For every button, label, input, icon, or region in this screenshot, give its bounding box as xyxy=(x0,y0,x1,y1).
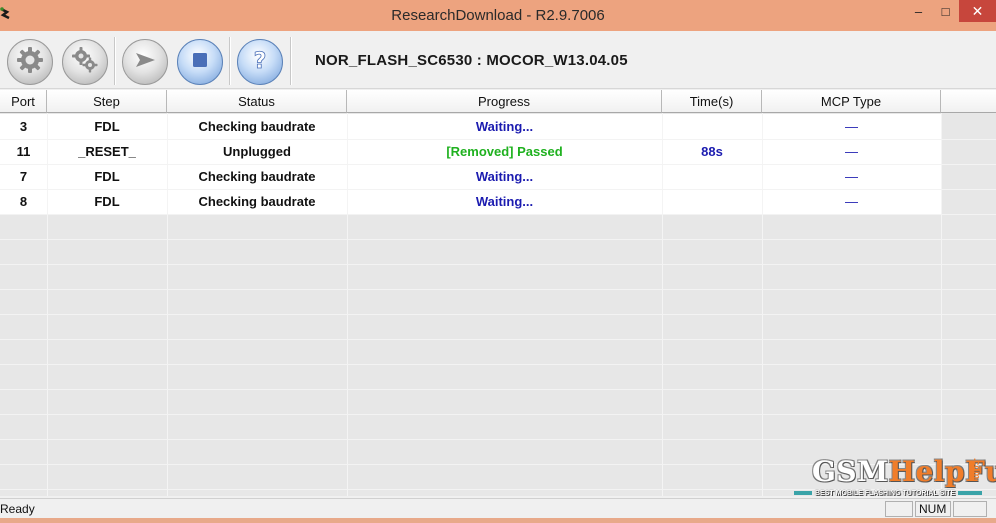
cell-progress: Waiting... xyxy=(475,169,534,184)
cell-time xyxy=(662,114,762,139)
help-button[interactable]: ? xyxy=(237,39,283,85)
cell-progress: [Removed] Passed xyxy=(446,144,563,159)
grid-line xyxy=(0,414,996,415)
cell-time xyxy=(662,164,762,189)
watermark-bar xyxy=(794,491,812,495)
cell-step: _RESET_ xyxy=(78,144,136,159)
watermark-bar xyxy=(958,491,983,495)
play-icon xyxy=(131,46,159,79)
column-header-status[interactable]: Status xyxy=(167,90,347,113)
maximize-button[interactable]: □ xyxy=(932,0,959,22)
toolbar: ? NOR_FLASH_SC6530 : MOCOR_W13.04.05 xyxy=(0,31,996,89)
gears-icon xyxy=(70,45,100,80)
cell-mcp-type: — xyxy=(845,144,858,159)
cell-step: FDL xyxy=(94,169,120,184)
cell-status: Checking baudrate xyxy=(198,119,316,134)
status-pane-blank xyxy=(953,501,987,517)
cell-mcp-type: — xyxy=(845,119,858,134)
cell-progress: Waiting... xyxy=(475,194,534,209)
grid-line xyxy=(0,389,996,390)
cell-status: Checking baudrate xyxy=(198,194,316,209)
status-bar: Ready NUM xyxy=(0,498,996,518)
load-packet-button[interactable] xyxy=(7,39,53,85)
cell-progress: Waiting... xyxy=(475,119,534,134)
column-header-time[interactable]: Time(s) xyxy=(662,90,762,113)
column-header-mcp-type[interactable]: MCP Type xyxy=(762,90,941,113)
settings-button[interactable] xyxy=(62,39,108,85)
watermark-tagline: BEST MOBILE FLASHING TUTORIAL SITE xyxy=(815,489,956,497)
cell-port: 8 xyxy=(19,194,28,209)
svg-text:?: ? xyxy=(254,49,267,74)
project-label: NOR_FLASH_SC6530 : MOCOR_W13.04.05 xyxy=(315,52,628,69)
watermark-tagline-row: BEST MOBILE FLASHING TUTORIAL SITE xyxy=(794,488,988,498)
status-pane-blank xyxy=(885,501,913,517)
cell-mcp-type: — xyxy=(845,169,858,184)
title-bar[interactable]: ResearchDownload - R2.9.7006 – □ ✕ xyxy=(0,0,996,31)
app-window: ResearchDownload - R2.9.7006 – □ ✕ ? NOR… xyxy=(0,0,996,523)
start-download-button[interactable] xyxy=(122,39,168,85)
stop-icon xyxy=(188,48,212,77)
grid-line xyxy=(0,314,996,315)
status-text: Ready xyxy=(0,502,35,516)
watermark-title: GSMHelpFul xyxy=(812,455,996,488)
window-border-bottom xyxy=(0,518,996,523)
window-title: ResearchDownload - R2.9.7006 xyxy=(391,7,605,24)
grid-line xyxy=(0,289,996,290)
cell-step: FDL xyxy=(94,119,120,134)
cell-port: 3 xyxy=(19,119,28,134)
grid-line xyxy=(0,214,996,215)
cell-status: Unplugged xyxy=(223,144,291,159)
column-header-step[interactable]: Step xyxy=(47,90,167,113)
grid-line xyxy=(0,264,996,265)
grid-line xyxy=(0,339,996,340)
watermark-logo: GSMHelpFul .com BEST MOBILE FLASHING TUT… xyxy=(794,455,996,500)
stop-download-button[interactable] xyxy=(177,39,223,85)
minimize-button[interactable]: – xyxy=(905,0,932,22)
watermark-gsm: GSM xyxy=(812,455,889,488)
watermark-domain: .com xyxy=(972,458,982,480)
cell-mcp-type: — xyxy=(845,194,858,209)
cell-time xyxy=(662,189,762,214)
help-icon: ? xyxy=(246,46,274,79)
cell-port: 7 xyxy=(19,169,28,184)
port-grid: Port Step Status Progress Time(s) MCP Ty… xyxy=(0,90,996,496)
grid-line xyxy=(0,239,996,240)
close-button[interactable]: ✕ xyxy=(959,0,996,22)
column-header-filler xyxy=(941,90,996,113)
cell-time: 88s xyxy=(701,144,723,159)
cell-port: 11 xyxy=(16,144,31,159)
grid-line xyxy=(0,439,996,440)
column-header-port[interactable]: Port xyxy=(0,90,47,113)
cell-step: FDL xyxy=(94,194,120,209)
toolbar-separator xyxy=(114,37,116,85)
status-pane-num: NUM xyxy=(915,501,951,517)
cell-status: Checking baudrate xyxy=(198,169,316,184)
grid-line xyxy=(0,364,996,365)
toolbar-separator xyxy=(290,37,292,85)
gear-icon xyxy=(15,45,45,80)
column-header-progress[interactable]: Progress xyxy=(347,90,662,113)
toolbar-separator xyxy=(229,37,231,85)
